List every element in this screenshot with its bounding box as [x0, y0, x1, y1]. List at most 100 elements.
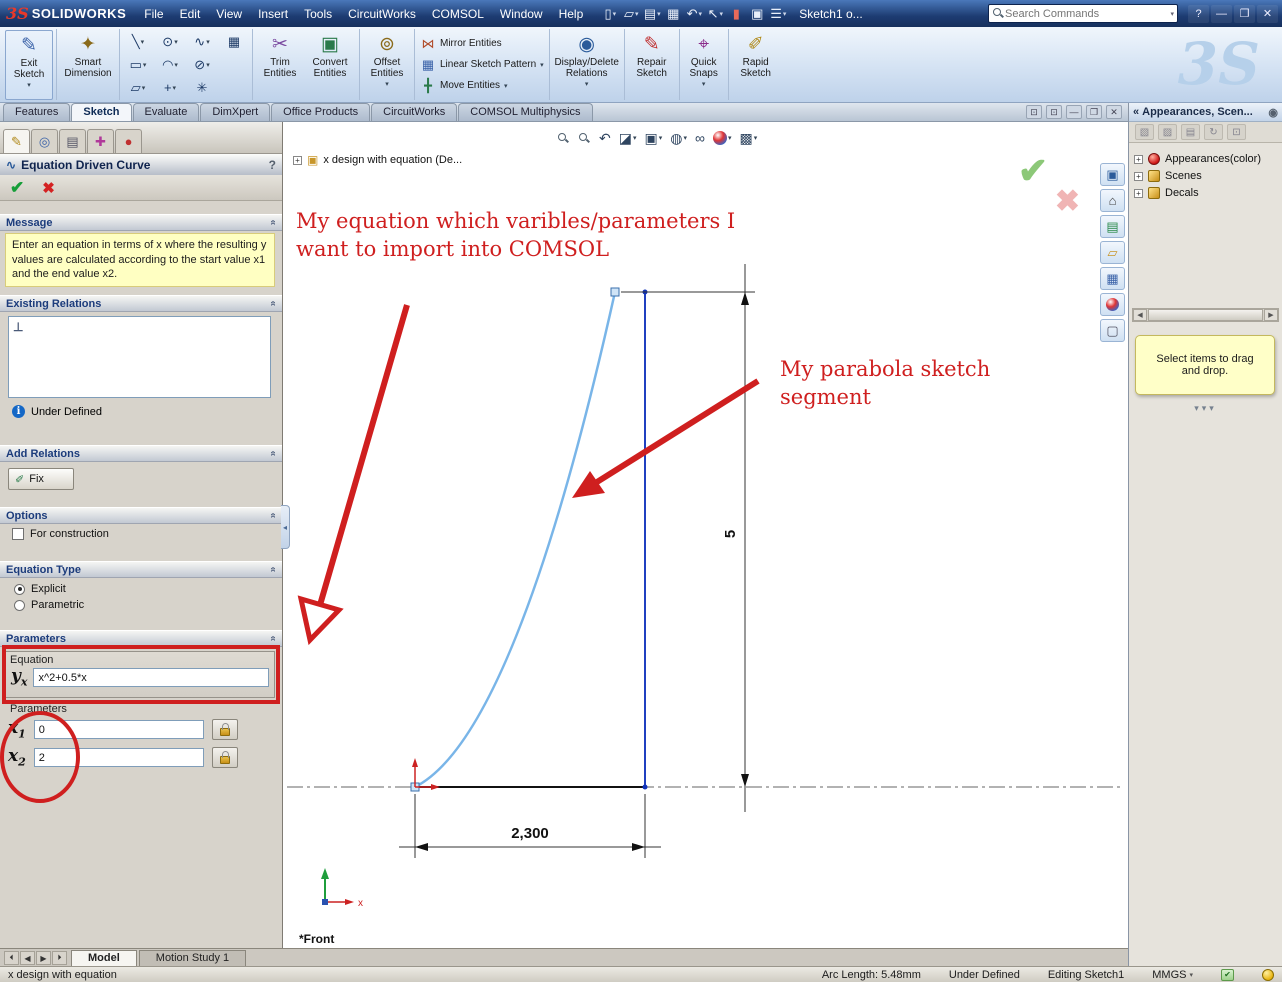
curve-endpoint-handle-top[interactable] — [611, 288, 619, 296]
fix-relation-button[interactable]: ✐ Fix — [8, 468, 74, 490]
offset-entities-button[interactable]: ⊚ Offset Entities▾ — [363, 30, 411, 100]
menu-insert[interactable]: Insert — [250, 3, 296, 25]
equation-input[interactable] — [33, 668, 269, 687]
ellipse-tool-icon[interactable]: ⊘▾ — [187, 54, 217, 75]
task-pane-scrollbar[interactable]: ◀ ▶ — [1132, 308, 1279, 322]
confirm-ok-button[interactable]: ✔ — [1018, 150, 1048, 192]
existing-relations-list[interactable]: ⊥ — [8, 316, 271, 398]
line-tool-icon[interactable]: ╲▾ — [123, 31, 153, 52]
hide-show-items-icon[interactable]: ∞ — [693, 128, 707, 148]
quick-snaps-button[interactable]: ⌖ Quick Snaps▾ — [683, 30, 725, 100]
rapid-sketch-button[interactable]: ✐ Rapid Sketch — [732, 30, 780, 100]
convert-entities-button[interactable]: ▣ Convert Entities — [304, 30, 356, 100]
dim5-text[interactable]: 5 — [722, 530, 739, 538]
edit-appearance-icon[interactable]: ▾ — [711, 128, 734, 148]
zoom-area-icon[interactable] — [576, 128, 593, 148]
add-relations-section-header[interactable]: Add Relations» — [0, 445, 282, 462]
tab-dimxpert[interactable]: DimXpert — [200, 103, 270, 121]
repair-sketch-button[interactable]: ✎ Repair Sketch — [628, 30, 676, 100]
last-tab-icon[interactable]: ⏵ — [52, 951, 67, 965]
arc-tool-icon[interactable]: ◠▾ — [155, 54, 185, 75]
status-units-dropdown[interactable]: MMGS▾ — [1152, 969, 1193, 981]
tp-tool-4-icon[interactable]: ↻ — [1204, 124, 1223, 140]
scroll-right-icon[interactable]: ▶ — [1264, 309, 1278, 321]
save-icon[interactable]: ▤▾ — [643, 4, 661, 23]
menu-edit[interactable]: Edit — [172, 3, 209, 25]
custom-properties-icon[interactable]: ▢ — [1100, 319, 1125, 342]
folder-icon[interactable]: ▱ — [1100, 241, 1125, 264]
linear-pattern-button[interactable]: ▦ Linear Sketch Pattern▾ — [420, 57, 544, 73]
menu-tools[interactable]: Tools — [296, 3, 340, 25]
expand-icon[interactable]: + — [1134, 155, 1143, 164]
open-document-icon[interactable]: ▱▾ — [622, 4, 640, 23]
trim-entities-button[interactable]: ✂ Trim Entities — [256, 30, 304, 100]
menu-comsol[interactable]: COMSOL — [424, 3, 492, 25]
accept-button[interactable]: ✔ — [10, 178, 24, 198]
rectangle-tool-icon[interactable]: ▭▾ — [123, 54, 153, 75]
undo-icon[interactable]: ↶▾ — [685, 4, 703, 23]
doc-close-icon[interactable]: ✕ — [1106, 105, 1122, 119]
menu-file[interactable]: File — [136, 3, 171, 25]
cancel-button[interactable]: ✖ — [42, 179, 55, 197]
search-dropdown-icon[interactable]: ▾ — [1170, 10, 1174, 18]
select-cursor-icon[interactable]: ↖▾ — [706, 4, 724, 23]
expand-icon[interactable]: + — [1134, 172, 1143, 181]
tab-office-products[interactable]: Office Products — [271, 103, 370, 121]
help-icon[interactable]: ? — [269, 158, 276, 172]
tab-comsol-multiphysics[interactable]: COMSOL Multiphysics — [458, 103, 592, 121]
display-style-icon[interactable]: ◍▾ — [668, 128, 689, 148]
prev-tab-icon[interactable]: ◀ — [20, 951, 35, 965]
parameters-section-header[interactable]: Parameters» — [0, 630, 282, 647]
pane-splitter-dots[interactable]: ▾▾▾ — [1129, 403, 1282, 414]
tab-sketch[interactable]: Sketch — [71, 103, 131, 121]
help-icon[interactable]: ? — [1188, 5, 1209, 23]
tree-item-scenes[interactable]: + Scenes — [1134, 170, 1277, 182]
zoom-fit-icon[interactable] — [555, 128, 572, 148]
macro-icon[interactable]: ▮ — [727, 4, 745, 23]
close-icon[interactable]: ✕ — [1257, 5, 1278, 23]
message-section-header[interactable]: Message» — [0, 214, 282, 231]
pm-tab-appearances[interactable]: ● — [115, 129, 142, 153]
pushpin-icon[interactable]: ◉ — [1268, 106, 1278, 119]
x2-lock-button[interactable] — [212, 747, 238, 768]
equation-type-section-header[interactable]: Equation Type» — [0, 561, 282, 578]
for-construction-checkbox[interactable] — [12, 528, 24, 540]
exit-sketch-button[interactable]: ✎ Exit Sketch▾ — [5, 30, 53, 100]
slot-tool-icon[interactable]: ▱▾ — [123, 77, 153, 98]
fillet-tool-icon[interactable]: +▾ — [155, 77, 185, 98]
explicit-radio[interactable] — [14, 584, 25, 595]
tab-features[interactable]: Features — [3, 103, 70, 121]
display-delete-relations-button[interactable]: ◉ Display/Delete Relations▾ — [553, 30, 621, 100]
existing-relations-section-header[interactable]: Existing Relations» — [0, 295, 282, 312]
doc-restore-left-icon[interactable]: ⊡ — [1026, 105, 1042, 119]
tree-item-decals[interactable]: + Decals — [1134, 187, 1277, 199]
move-entities-button[interactable]: ╋ Move Entities▾ — [420, 78, 544, 94]
scroll-left-icon[interactable]: ◀ — [1133, 309, 1147, 321]
doc-maximize-icon[interactable]: ❐ — [1086, 105, 1102, 119]
grid-icon[interactable]: ▦ — [1100, 267, 1125, 290]
doc-restore-right-icon[interactable]: ⊡ — [1046, 105, 1062, 119]
circle-tool-icon[interactable]: ⊙▾ — [155, 31, 185, 52]
menu-view[interactable]: View — [208, 3, 250, 25]
pm-tab-featuretree[interactable]: ◎ — [31, 129, 58, 153]
tp-tool-5-icon[interactable]: ⊡ — [1227, 124, 1246, 140]
menu-help[interactable]: Help — [551, 3, 592, 25]
tab-circuitworks[interactable]: CircuitWorks — [371, 103, 457, 121]
tab-motion-study[interactable]: Motion Study 1 — [139, 950, 246, 966]
tab-model[interactable]: Model — [71, 950, 137, 966]
mirror-entities-button[interactable]: ⋈ Mirror Entities — [420, 36, 544, 52]
spline-tool-icon[interactable]: ∿▾ — [187, 31, 217, 52]
pm-tab-dimxpert[interactable]: ✚ — [87, 129, 114, 153]
polygon-tool-icon[interactable]: ✳ — [187, 77, 217, 98]
panel-splitter-handle[interactable]: ◂ — [281, 505, 290, 549]
menu-circuitworks[interactable]: CircuitWorks — [340, 3, 424, 25]
task-pane-header[interactable]: « Appearances, Scen... ◉ — [1129, 103, 1282, 122]
options-section-header[interactable]: Options» — [0, 507, 282, 524]
collapse-left-icon[interactable]: « — [1133, 106, 1139, 118]
new-document-icon[interactable]: ▯▾ — [601, 4, 619, 23]
first-tab-icon[interactable]: ⏴ — [4, 951, 19, 965]
pm-tab-configurations[interactable]: ▤ — [59, 129, 86, 153]
feature-tree-label[interactable]: x design with equation (De... — [323, 154, 462, 166]
minimize-icon[interactable]: — — [1211, 5, 1232, 23]
x1-input[interactable] — [34, 720, 204, 739]
